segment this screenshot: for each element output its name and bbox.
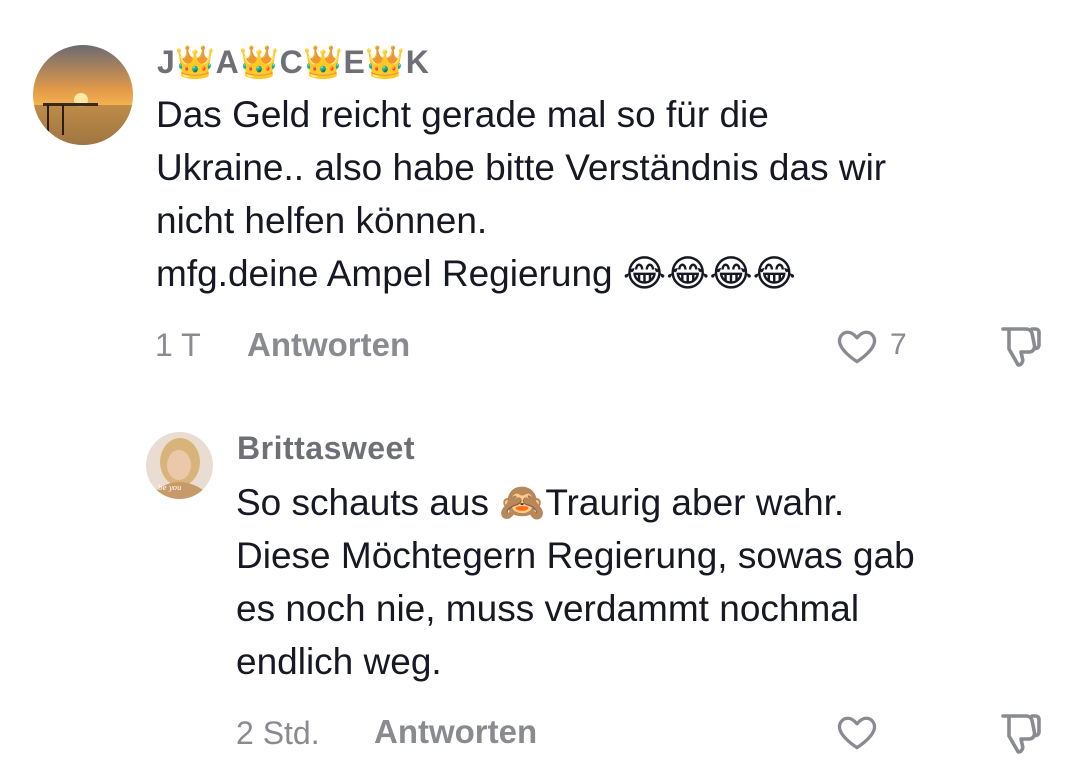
username[interactable]: J👑A👑C👑E👑K [157, 43, 429, 81]
avatar[interactable] [33, 45, 133, 145]
thumbs-down-icon[interactable] [996, 708, 1046, 761]
comment-2: be you Brittasweet So schauts aus 🙈Traur… [0, 390, 1080, 779]
comment-line: mfg.deine Ampel Regierung 😂😂😂😂 [156, 253, 796, 294]
reply-button[interactable]: Antworten [247, 326, 410, 364]
comment-line: Das Geld reicht gerade mal so für die [156, 94, 769, 135]
comment-text: So schauts aus 🙈Traurig aber wahr. Diese… [236, 476, 1056, 688]
avatar[interactable]: be you [146, 432, 213, 499]
username[interactable]: Brittasweet [237, 430, 415, 467]
comment-line: Diese Möchtegern Regierung, sowas gab [236, 535, 915, 576]
thumbs-down-icon[interactable] [996, 321, 1046, 374]
comment-line: Ukraine.. also habe bitte Verständnis da… [156, 147, 887, 188]
comment-line: endlich weg. [236, 641, 442, 682]
heart-icon[interactable] [834, 324, 880, 373]
comment-line: es noch nie, muss verdammt nochmal [236, 588, 860, 629]
comment-line: So schauts aus 🙈Traurig aber wahr. [236, 482, 845, 523]
reply-button[interactable]: Antworten [374, 713, 537, 751]
comment-text: Das Geld reicht gerade mal so für die Uk… [156, 88, 1056, 300]
comment-1: J👑A👑C👑E👑K Das Geld reicht gerade mal so … [0, 0, 1080, 390]
heart-icon[interactable] [834, 710, 880, 759]
timestamp: 1 T [155, 327, 201, 363]
like-count: 7 [890, 328, 907, 361]
timestamp: 2 Std. [236, 715, 320, 751]
svg-text:be you: be you [158, 484, 182, 492]
comment-line: nicht helfen können. [156, 200, 488, 241]
